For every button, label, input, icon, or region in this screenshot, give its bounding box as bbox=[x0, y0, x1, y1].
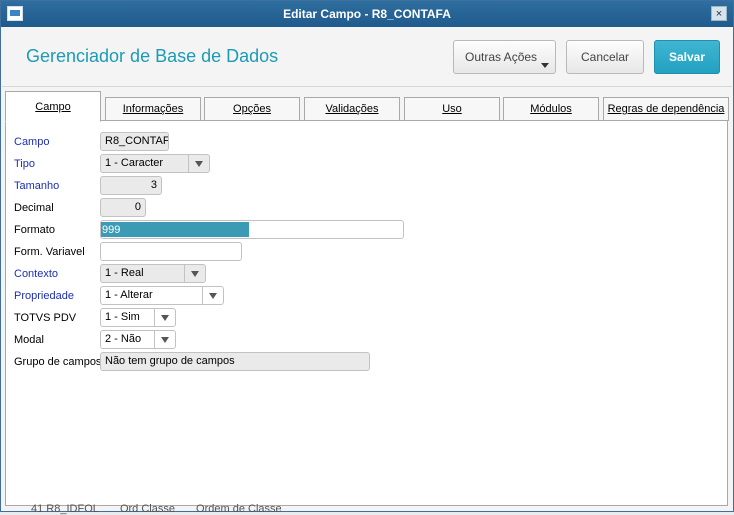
contexto-value: 1 - Real bbox=[105, 267, 144, 279]
tab-uso[interactable]: Uso bbox=[404, 97, 500, 121]
dropdown-arrow-icon bbox=[154, 309, 175, 326]
decimal-field[interactable]: 0 bbox=[100, 198, 146, 217]
tab-informacoes[interactable]: Informações bbox=[105, 97, 201, 121]
dropdown-arrow-icon bbox=[188, 155, 209, 172]
tab-campo[interactable]: Campo bbox=[5, 91, 101, 122]
window-title: Editar Campo - R8_CONTAFA bbox=[283, 7, 451, 21]
formato-selected-text: 999 bbox=[101, 222, 249, 237]
tipo-value: 1 - Caracter bbox=[105, 157, 164, 169]
dialog-header: Gerenciador de Base de Dados Outras Açõe… bbox=[2, 28, 732, 87]
edit-field-dialog: Editar Campo - R8_CONTAFA × Gerenciador … bbox=[0, 0, 734, 515]
dropdown-arrow-icon bbox=[184, 265, 205, 282]
tamanho-field[interactable]: 3 bbox=[100, 176, 162, 195]
tab-modulos[interactable]: Módulos bbox=[503, 97, 599, 121]
contexto-select[interactable]: 1 - Real bbox=[100, 264, 206, 283]
tab-opcoes[interactable]: Opções bbox=[204, 97, 300, 121]
propriedade-label: Propriedade bbox=[14, 290, 74, 302]
tab-validacoes[interactable]: Validações bbox=[304, 97, 400, 121]
more-actions-label: Outras Ações bbox=[465, 50, 538, 64]
totvs-pdv-value: 1 - Sim bbox=[105, 311, 140, 323]
campo-label: Campo bbox=[14, 136, 50, 148]
dropdown-arrow-icon bbox=[154, 331, 175, 348]
tab-regras-dependencia[interactable]: Regras de dependência bbox=[603, 97, 729, 121]
page-title: Gerenciador de Base de Dados bbox=[26, 46, 279, 66]
save-button[interactable]: Salvar bbox=[654, 40, 720, 74]
grupo-campos-label: Grupo de campos bbox=[14, 356, 102, 368]
tamanho-label: Tamanho bbox=[14, 180, 60, 192]
propriedade-select[interactable]: 1 - Alterar bbox=[100, 286, 224, 305]
tab-bar: Campo Informações Opções Validações Uso … bbox=[4, 90, 732, 122]
totvs-pdv-select[interactable]: 1 - Sim bbox=[100, 308, 176, 327]
grid-cell: 41 R8_IDFOL bbox=[31, 503, 99, 515]
tipo-label: Tipo bbox=[14, 158, 35, 170]
modal-value: 2 - Não bbox=[105, 333, 142, 345]
background-grid-row: 41 R8_IDFOL Ord Classe Ordem de Classe bbox=[31, 503, 300, 515]
tipo-select[interactable]: 1 - Caracter bbox=[100, 154, 210, 173]
grid-cell: Ordem de Classe bbox=[196, 503, 282, 515]
title-bar: Editar Campo - R8_CONTAFA × bbox=[1, 1, 733, 27]
form-variavel-label: Form. Variavel bbox=[14, 246, 85, 258]
close-icon[interactable]: × bbox=[711, 6, 727, 21]
totvs-pdv-label: TOTVS PDV bbox=[14, 312, 77, 324]
chevron-down-icon bbox=[541, 63, 549, 68]
propriedade-value: 1 - Alterar bbox=[105, 289, 153, 301]
campo-tab-panel: Campo R8_CONTAFA Tipo 1 - Caracter Taman… bbox=[5, 120, 728, 506]
campo-field: R8_CONTAFA bbox=[100, 132, 169, 151]
modal-select[interactable]: 2 - Não bbox=[100, 330, 176, 349]
modal-label: Modal bbox=[14, 334, 44, 346]
contexto-label: Contexto bbox=[14, 268, 59, 280]
more-actions-button[interactable]: Outras Ações bbox=[453, 40, 556, 74]
formato-label: Formato bbox=[14, 224, 55, 236]
grupo-campos-field[interactable]: Não tem grupo de campos bbox=[100, 352, 370, 371]
form-variavel-field[interactable] bbox=[100, 242, 242, 261]
cancel-button[interactable]: Cancelar bbox=[566, 40, 644, 74]
dropdown-arrow-icon bbox=[202, 287, 223, 304]
grid-cell: Ord Classe bbox=[119, 503, 175, 515]
formato-field[interactable]: 999 bbox=[100, 220, 404, 239]
decimal-label: Decimal bbox=[14, 202, 54, 214]
